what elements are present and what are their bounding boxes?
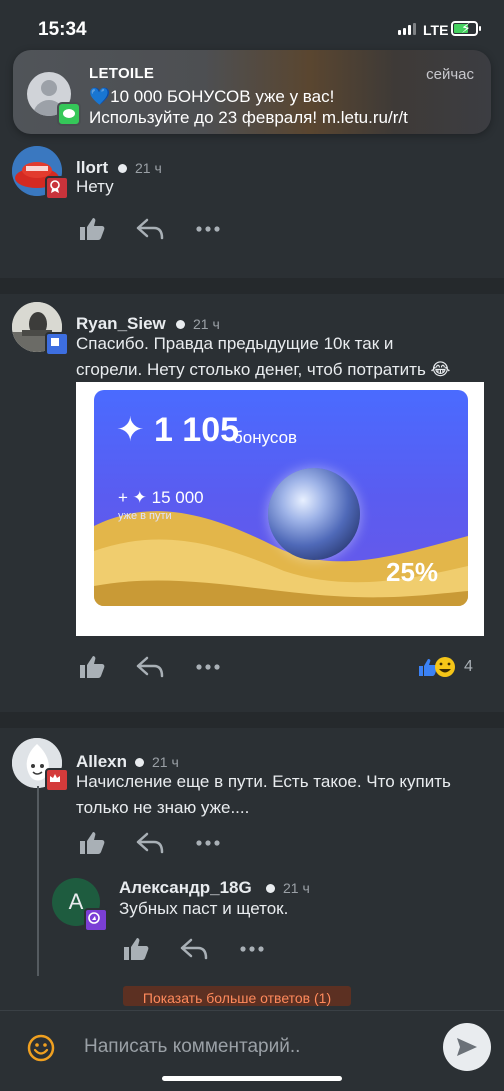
rank-badge — [84, 908, 108, 932]
send-icon — [457, 1038, 477, 1056]
reply-username[interactable]: Александр_18G — [119, 878, 252, 898]
comment-text: только не знаю уже.... — [76, 798, 250, 817]
emoji-icon[interactable] — [27, 1034, 55, 1062]
network-label: LTE — [423, 22, 449, 38]
signal-icon — [398, 23, 416, 35]
blue-heart-icon: 💙 — [89, 87, 111, 106]
notification-line2: Используйте до 23 февраля! m.letu.ru/r/t — [89, 108, 408, 127]
reply-time: 21 ч — [283, 880, 310, 896]
status-time: 15:34 — [38, 19, 87, 40]
divider — [0, 278, 504, 294]
more-icon[interactable] — [196, 664, 220, 670]
comment-text: Спасибо. Правда предыдущие 10к так и — [76, 334, 394, 353]
rank-badge — [45, 768, 69, 792]
rank-badge — [45, 176, 69, 200]
comment-time: 21 ч — [193, 316, 220, 332]
rank-badge — [45, 332, 69, 356]
reply-icon[interactable] — [136, 832, 164, 854]
push-notification[interactable]: LETOILE сейчас 💙10 000 БОНУСОВ уже у вас… — [13, 50, 491, 134]
show-more-replies-button[interactable]: Показать больше ответов (1) — [123, 986, 351, 1006]
incoming-bonus: + ✦ 15 000 — [118, 488, 204, 507]
discount-percent: 25% — [386, 557, 439, 587]
comment-text: Начисление еще в пути. Есть такое. Что к… — [76, 772, 451, 791]
reply-icon[interactable] — [136, 218, 164, 240]
send-button[interactable] — [443, 1023, 491, 1071]
notification-sender: LETOILE — [89, 65, 155, 82]
divider — [0, 712, 504, 728]
comment-input[interactable]: Написать комментарий.. — [84, 1036, 300, 1058]
battery-icon: ⚡ — [451, 20, 478, 36]
messages-icon — [57, 102, 81, 126]
bonus-amount: ✦ 1 105 — [116, 411, 240, 449]
comment-card: llort 21 ч Нету — [0, 128, 504, 278]
more-icon[interactable] — [240, 946, 264, 952]
like-icon[interactable] — [122, 936, 150, 962]
sphere-graphic — [268, 468, 360, 560]
notification-time: сейчас — [426, 66, 474, 83]
like-icon[interactable] — [78, 654, 106, 680]
notification-line1: 💙10 000 БОНУСОВ уже у вас! — [89, 87, 335, 106]
bonus-label: бонусов — [233, 428, 298, 447]
reply-icon[interactable] — [180, 938, 208, 960]
reply-icon[interactable] — [136, 656, 164, 678]
more-icon[interactable] — [196, 840, 220, 846]
thread-line — [37, 786, 39, 976]
bonus-card: ✦ 1 105 бонусов + ✦ 15 000 уже в пути 25… — [94, 390, 468, 606]
comment-text: сгорели. Нету столько денег, чтоб потрат… — [76, 360, 451, 379]
more-icon[interactable] — [196, 226, 220, 232]
comment-text: Нету — [76, 177, 114, 196]
like-icon[interactable] — [78, 216, 106, 242]
incoming-label: уже в пути — [118, 510, 172, 522]
promo-image[interactable]: ✦ 1 105 бонусов + ✦ 15 000 уже в пути 25… — [76, 382, 484, 636]
like-icon[interactable] — [78, 830, 106, 856]
comment-time: 21 ч — [152, 754, 179, 770]
comment-time: 21 ч — [135, 160, 162, 176]
reply-text: Зубных паст и щеток. — [119, 899, 289, 918]
reactions-count: 4 — [464, 658, 473, 675]
reactions-icon[interactable] — [418, 654, 458, 680]
comment-card: Allexn 21 ч Начисление еще в пути. Есть … — [0, 728, 504, 1010]
home-indicator — [162, 1076, 342, 1081]
